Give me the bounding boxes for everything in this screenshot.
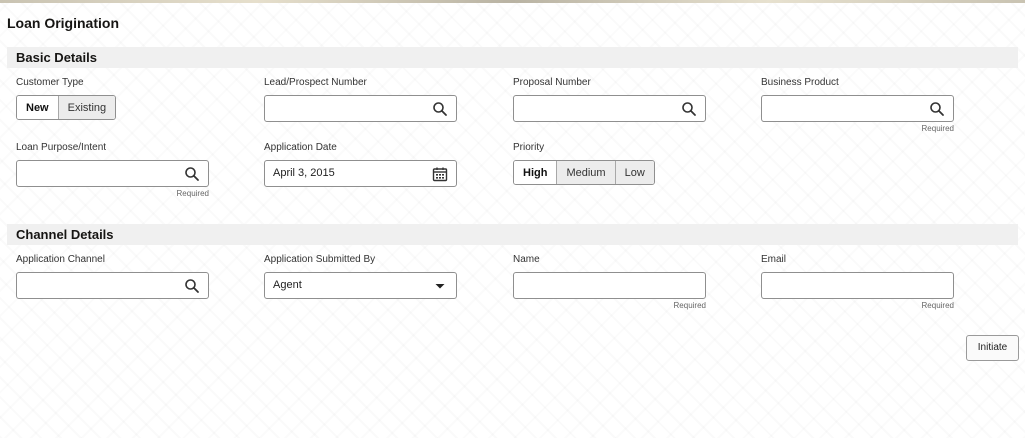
priority-label: Priority [513, 142, 545, 153]
application-date-input[interactable]: April 3, 2015 [264, 160, 457, 187]
initiate-button[interactable]: Initiate [966, 335, 1019, 361]
customer-type-existing-button[interactable]: Existing [58, 96, 116, 119]
name-field: Name Required [513, 254, 706, 310]
submitted-by-field: Application Submitted By Agent [264, 254, 457, 299]
proposal-number-input[interactable] [513, 95, 706, 122]
application-date-value: April 3, 2015 [273, 167, 335, 179]
section-header-basic-details: Basic Details [7, 47, 1018, 68]
priority-toggle: High Medium Low [513, 160, 655, 185]
priority-low-button[interactable]: Low [615, 161, 654, 184]
lead-prospect-number-input[interactable] [264, 95, 457, 122]
name-label: Name [513, 254, 540, 265]
lead-prospect-number-field: Lead/Prospect Number [264, 77, 457, 122]
application-date-field: Application Date April 3, 2015 [264, 142, 457, 187]
priority-medium-button[interactable]: Medium [557, 161, 616, 184]
top-decorative-strip [0, 0, 1025, 3]
submitted-by-select[interactable]: Agent [264, 272, 457, 299]
customer-type-toggle: New Existing [16, 95, 117, 120]
search-icon[interactable] [184, 166, 200, 182]
business-product-field: Business Product Required [761, 77, 954, 133]
calendar-icon[interactable] [432, 166, 448, 182]
customer-type-field: Customer Type New Existing [16, 77, 209, 120]
name-required-hint: Required [673, 301, 706, 310]
application-channel-input[interactable] [16, 272, 209, 299]
email-input[interactable] [761, 272, 954, 299]
business-product-label: Business Product [761, 77, 839, 88]
priority-field: Priority High Medium Low [513, 142, 706, 185]
business-product-required-hint: Required [921, 124, 954, 133]
email-required-hint: Required [921, 301, 954, 310]
caret-down-icon[interactable] [432, 278, 448, 294]
lead-prospect-number-label: Lead/Prospect Number [264, 77, 367, 88]
application-channel-field: Application Channel [16, 254, 209, 299]
search-icon[interactable] [929, 101, 945, 117]
proposal-number-field: Proposal Number [513, 77, 706, 122]
submitted-by-value: Agent [273, 279, 302, 291]
section-header-channel-details: Channel Details [7, 224, 1018, 245]
customer-type-new-button[interactable]: New [17, 96, 59, 119]
loan-purpose-input[interactable] [16, 160, 209, 187]
name-input[interactable] [513, 272, 706, 299]
loan-purpose-required-hint: Required [176, 189, 209, 198]
application-channel-label: Application Channel [16, 254, 105, 265]
customer-type-label: Customer Type [16, 77, 84, 88]
priority-high-button[interactable]: High [514, 161, 558, 184]
application-date-label: Application Date [264, 142, 337, 153]
email-label: Email [761, 254, 787, 265]
loan-purpose-label: Loan Purpose/Intent [16, 142, 107, 153]
search-icon[interactable] [681, 101, 697, 117]
email-field: Email Required [761, 254, 954, 310]
search-icon[interactable] [184, 278, 200, 294]
loan-purpose-field: Loan Purpose/Intent Required [16, 142, 209, 198]
search-icon[interactable] [432, 101, 448, 117]
proposal-number-label: Proposal Number [513, 77, 591, 88]
business-product-input[interactable] [761, 95, 954, 122]
page-title: Loan Origination [7, 15, 119, 31]
submitted-by-label: Application Submitted By [264, 254, 376, 265]
